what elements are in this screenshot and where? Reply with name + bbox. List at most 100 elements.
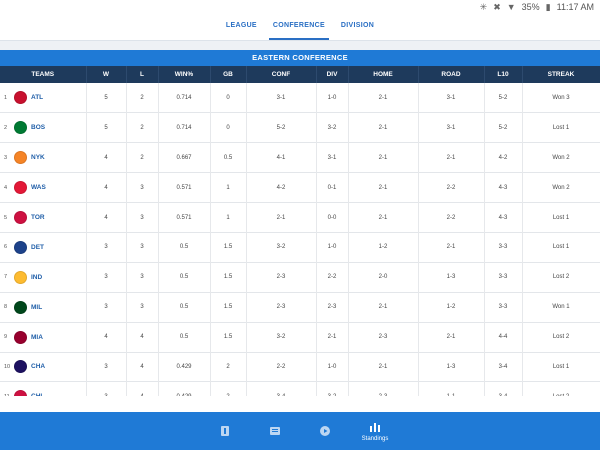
cell-pct: 0.5 bbox=[158, 262, 211, 293]
col-w[interactable]: W bbox=[86, 66, 127, 83]
team-abbr[interactable]: NYK bbox=[31, 154, 45, 161]
col-l[interactable]: L bbox=[126, 66, 159, 83]
standings-table-wrap[interactable]: TEAMS W L WIN% GB CONF DIV HOME ROAD L10… bbox=[0, 66, 600, 396]
battery-level: 35% bbox=[521, 2, 540, 12]
table-row[interactable]: 1 ATL 5 2 0.714 0 3-1 1-0 2-1 3-1 5-2 Won 3 bbox=[0, 83, 600, 113]
cell-conf: 2-2 bbox=[246, 352, 317, 382]
team-abbr[interactable]: MIA bbox=[31, 334, 43, 341]
col-win-pct[interactable]: WIN% bbox=[158, 66, 211, 83]
cell-home: 2-1 bbox=[348, 112, 419, 143]
col-teams[interactable]: TEAMS bbox=[0, 66, 87, 83]
team-abbr[interactable]: ATL bbox=[31, 94, 43, 101]
team-logo-icon bbox=[14, 330, 27, 344]
cell-road: 2-2 bbox=[418, 172, 485, 203]
table-row[interactable]: 8 MIL 3 3 0.5 1.5 2-3 2-3 2-1 1-2 3-3 Won 1 bbox=[0, 292, 600, 323]
cell-home: 2-1 bbox=[348, 292, 419, 323]
col-conf[interactable]: CONF bbox=[246, 66, 317, 83]
cell-l: 2 bbox=[126, 83, 159, 113]
cell-w: 3 bbox=[86, 292, 127, 323]
team-cell[interactable]: 8 MIL bbox=[0, 292, 87, 323]
cell-w: 3 bbox=[86, 352, 127, 382]
tab-league[interactable]: LEAGUE bbox=[218, 14, 265, 40]
col-road[interactable]: ROAD bbox=[418, 66, 485, 83]
team-abbr[interactable]: MIL bbox=[31, 304, 42, 311]
col-gb[interactable]: GB bbox=[210, 66, 247, 83]
team-cell[interactable]: 10 CHA bbox=[0, 352, 87, 382]
cell-conf: 3-2 bbox=[246, 232, 317, 263]
cell-div: 1-0 bbox=[316, 352, 349, 382]
team-logo-icon bbox=[14, 270, 27, 284]
cell-streak: Lost 2 bbox=[522, 322, 600, 353]
cell-gb: 1.5 bbox=[210, 322, 247, 353]
table-row[interactable]: 5 TOR 4 3 0.571 1 2-1 0-0 2-1 2-2 4-3 Lost 1 bbox=[0, 202, 600, 233]
team-cell[interactable]: 2 BOS bbox=[0, 112, 87, 143]
cell-pct: 0.714 bbox=[158, 112, 211, 143]
team-cell[interactable]: 7 IND bbox=[0, 262, 87, 293]
cell-div: 0-1 bbox=[316, 172, 349, 203]
table-row[interactable]: 11CHI340.42923-43-22-31-13-4Lost 2 bbox=[0, 381, 600, 396]
col-l10[interactable]: L10 bbox=[484, 66, 523, 83]
tab-conference[interactable]: CONFERENCE bbox=[265, 14, 333, 40]
cell-streak: Won 2 bbox=[522, 172, 600, 203]
team-rank: 8 bbox=[4, 304, 8, 311]
player-icon bbox=[221, 426, 229, 436]
cell-div: 0-0 bbox=[316, 202, 349, 233]
col-streak[interactable]: STREAK bbox=[522, 66, 600, 83]
table-row[interactable]: 9 MIA 4 4 0.5 1.5 3-2 2-1 2-3 2-1 4-4 Lost 2 bbox=[0, 322, 600, 353]
cell-streak: Lost 2 bbox=[522, 381, 600, 396]
cell-conf: 2-3 bbox=[246, 292, 317, 323]
team-cell[interactable]: 5 TOR bbox=[0, 202, 87, 233]
cell-div: 2-3 bbox=[316, 292, 349, 323]
cell-l10: 4-2 bbox=[484, 142, 523, 173]
team-abbr[interactable]: CHA bbox=[31, 363, 45, 370]
team-abbr[interactable]: WAS bbox=[31, 184, 46, 191]
cell-road: 2-1 bbox=[418, 142, 485, 173]
nav-video[interactable] bbox=[300, 412, 350, 450]
cell-gb: 0 bbox=[210, 83, 247, 113]
cell-streak: Lost 2 bbox=[522, 262, 600, 293]
cell-streak: Won 2 bbox=[522, 142, 600, 173]
cell-l10: 3-3 bbox=[484, 262, 523, 293]
cell-gb: 2 bbox=[210, 352, 247, 382]
cell-l: 3 bbox=[126, 292, 159, 323]
team-cell[interactable]: 9 MIA bbox=[0, 322, 87, 353]
team-abbr[interactable]: IND bbox=[31, 274, 42, 281]
table-row[interactable]: 3 NYK 4 2 0.667 0.5 4-1 3-1 2-1 2-1 4-2 Won 2 bbox=[0, 142, 600, 173]
nav-news[interactable] bbox=[250, 412, 300, 450]
cell-l: 4 bbox=[126, 322, 159, 353]
cell-pct: 0.5 bbox=[158, 232, 211, 263]
team-cell[interactable]: 3 NYK bbox=[0, 142, 87, 173]
col-div[interactable]: DIV bbox=[316, 66, 349, 83]
table-row[interactable]: 2 BOS 5 2 0.714 0 5-2 3-2 2-1 3-1 5-2 Lost 1 bbox=[0, 112, 600, 143]
cell-gb: 1 bbox=[210, 172, 247, 203]
battery-icon: ▮ bbox=[545, 1, 551, 12]
col-home[interactable]: HOME bbox=[348, 66, 419, 83]
cell-gb: 0.5 bbox=[210, 142, 247, 173]
clock: 11:17 AM bbox=[556, 2, 594, 12]
team-cell[interactable]: 4 WAS bbox=[0, 172, 87, 203]
cell-road: 2-1 bbox=[418, 322, 485, 353]
team-abbr[interactable]: DET bbox=[31, 244, 44, 251]
cell-l10: 3-4 bbox=[484, 352, 523, 382]
table-row[interactable]: 10 CHA 3 4 0.429 2 2-2 1-0 2-1 1-3 3-4 Lost 1 bbox=[0, 352, 600, 382]
team-cell[interactable]: 6 DET bbox=[0, 232, 87, 263]
team-cell[interactable]: 1 ATL bbox=[0, 83, 87, 113]
nav-standings[interactable]: Standings bbox=[350, 412, 400, 450]
team-abbr[interactable]: CHI bbox=[31, 393, 42, 396]
nav-players[interactable] bbox=[200, 412, 250, 450]
table-row[interactable]: 7 IND 3 3 0.5 1.5 2-3 2-2 2-0 1-3 3-3 Lost 2 bbox=[0, 262, 600, 293]
table-row[interactable]: 6 DET 3 3 0.5 1.5 3-2 1-0 1-2 2-1 3-3 Lost 1 bbox=[0, 232, 600, 263]
cell-l10: 3-3 bbox=[484, 292, 523, 323]
cell-home: 2-0 bbox=[348, 262, 419, 293]
team-abbr[interactable]: BOS bbox=[31, 124, 45, 131]
team-rank: 4 bbox=[4, 184, 8, 191]
team-abbr[interactable]: TOR bbox=[31, 214, 45, 221]
tab-division[interactable]: DIVISION bbox=[333, 14, 382, 40]
cell-div: 3-2 bbox=[316, 381, 349, 396]
cell-road: 2-2 bbox=[418, 202, 485, 233]
cell-streak: Lost 1 bbox=[522, 352, 600, 382]
cell-l10: 3-4 bbox=[484, 381, 523, 396]
team-cell[interactable]: 11 CHI bbox=[0, 381, 87, 396]
team-logo-icon bbox=[14, 181, 27, 195]
table-row[interactable]: 4 WAS 4 3 0.571 1 4-2 0-1 2-1 2-2 4-3 Won 2 bbox=[0, 172, 600, 203]
